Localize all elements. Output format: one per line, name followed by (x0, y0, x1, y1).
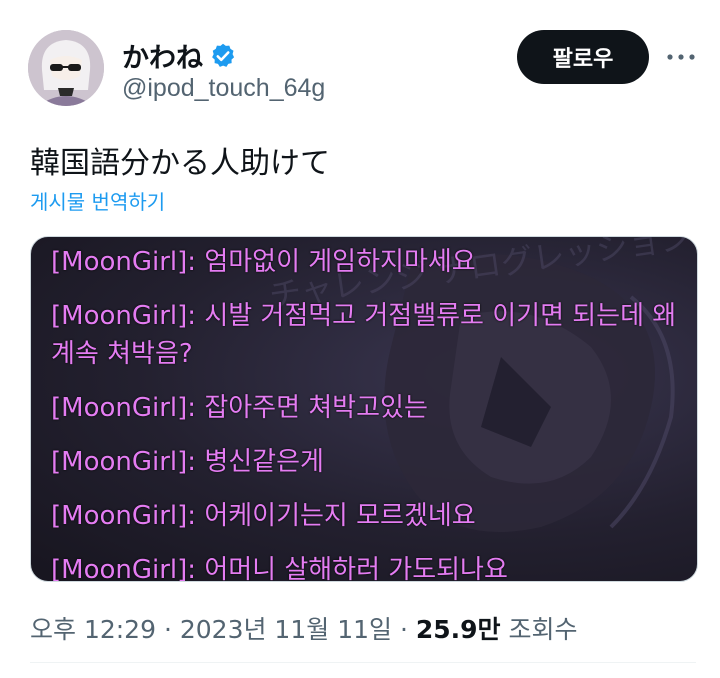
tweet-text: 韓国語分かる人助けて (30, 146, 330, 181)
follow-button[interactable]: 팔로우 (517, 30, 649, 84)
divider (30, 662, 696, 663)
tweet-media-image[interactable]: チャレンジ ナログレッション [MoonGirl]: 엄마없이 게임하지마세요 … (30, 236, 698, 582)
more-options-icon[interactable] (664, 40, 698, 74)
views-count[interactable]: 25.9만 (416, 615, 501, 644)
chat-line: [MoonGirl]: 엄마없이 게임하지마세요 (51, 247, 476, 277)
meta-separator: · (163, 615, 172, 644)
tweet-date[interactable]: 2023년 11월 11일 (180, 615, 392, 644)
chat-line: [MoonGirl]: 병신같은게 (51, 447, 324, 477)
tweet-meta-row: 오후 12:29 · 2023년 11월 11일 · 25.9만 조회수 (30, 610, 578, 646)
author-name-row[interactable]: かわね (122, 36, 237, 75)
chat-line: [MoonGirl]: 시발 거점먹고 거점밸류로 이기면 되는데 왜 계속 쳐… (51, 301, 677, 369)
chat-line: [MoonGirl]: 어머니 살해하러 가도되나요 (51, 555, 508, 582)
avatar[interactable] (28, 30, 104, 106)
chat-line: [MoonGirl]: 어케이기는지 모르겠네요 (51, 501, 476, 531)
views-label[interactable]: 조회수 (509, 615, 578, 644)
chat-line: [MoonGirl]: 잡아주면 쳐박고있는 (51, 393, 428, 423)
chat-lines: [MoonGirl]: 엄마없이 게임하지마세요 [MoonGirl]: 시발 … (51, 243, 683, 582)
tweet-time[interactable]: 오후 12:29 (30, 615, 156, 644)
meta-separator: · (399, 615, 408, 644)
verified-badge-icon (209, 42, 237, 70)
author-handle[interactable]: @ipod_touch_64g (122, 74, 325, 103)
display-name[interactable]: かわね (122, 36, 203, 75)
translate-post-link[interactable]: 게시물 번역하기 (30, 186, 165, 215)
